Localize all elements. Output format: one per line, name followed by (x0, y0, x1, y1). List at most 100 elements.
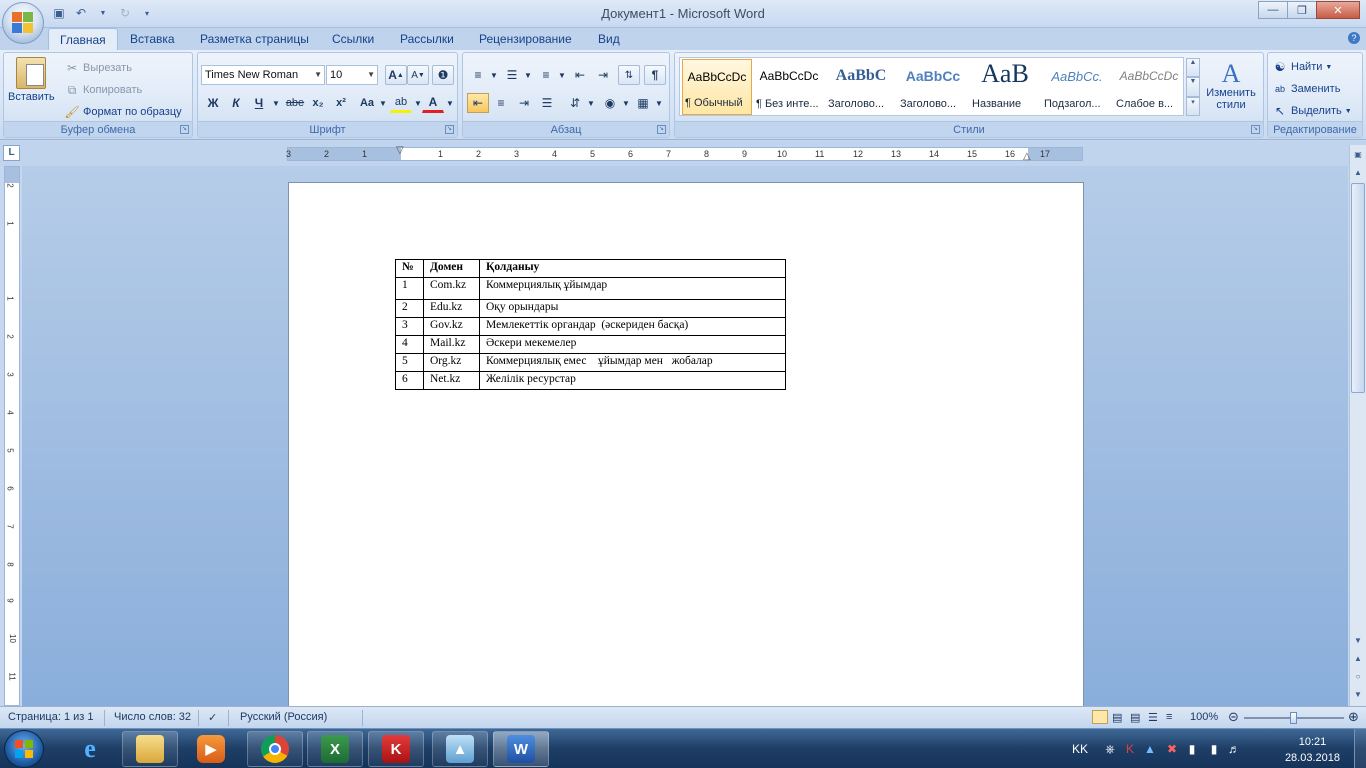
language-status[interactable]: Русский (Россия) (240, 711, 327, 723)
table-header-cell[interactable]: Қолданыу (479, 259, 786, 278)
taskbar-excel[interactable]: X (307, 731, 363, 767)
kaspersky-tray-icon[interactable]: K (1122, 741, 1138, 757)
zoom-out-icon[interactable]: ⊝ (1228, 709, 1239, 725)
replace-button[interactable]: ab Заменить (1272, 81, 1340, 97)
next-page-icon[interactable]: ▼ (1351, 687, 1365, 703)
select-button[interactable]: ↖ Выделить ▼ (1272, 103, 1352, 119)
language-indicator[interactable]: KK (1068, 741, 1092, 757)
clock[interactable]: 10:21 28.03.2018 (1285, 734, 1340, 766)
subscript-button[interactable]: x₂ (307, 93, 329, 113)
help-icon[interactable]: ? (1348, 32, 1360, 44)
right-indent-marker-icon[interactable]: △ (1023, 151, 1031, 162)
font-launcher-icon[interactable]: ↘ (445, 125, 454, 134)
table-header-cell[interactable]: № (395, 259, 424, 278)
page-count[interactable]: Страница: 1 из 1 (8, 711, 94, 723)
superscript-button[interactable]: x² (330, 93, 352, 113)
taskbar-ie[interactable]: e (62, 731, 118, 767)
update-icon[interactable]: ▲ (1142, 741, 1158, 757)
tab-review[interactable]: Рецензирование (468, 28, 583, 50)
taskbar-word[interactable]: W (493, 731, 549, 767)
table-cell[interactable]: Әскери мекемелер (479, 335, 786, 354)
font-name-combo[interactable]: Times New Roman ▼ (201, 65, 325, 85)
indent-marker-icon[interactable]: ▽ (396, 145, 404, 156)
table-cell[interactable]: Edu.kz (423, 299, 480, 318)
bold-button[interactable]: Ж (202, 93, 224, 113)
scroll-up-icon[interactable]: ▲ (1351, 165, 1365, 181)
gallery-up-icon[interactable]: ▲ (1186, 58, 1200, 78)
document-page[interactable]: № Домен Қолданыу 1 Com.kz Коммерциялық ұ… (288, 182, 1084, 706)
table-cell[interactable]: Коммерциялық емес ұйымдар мен жобалар (479, 353, 786, 372)
taskbar-media-player[interactable]: ▶ (183, 731, 239, 767)
web-layout-icon[interactable]: ▤ (1130, 711, 1140, 724)
table-cell[interactable]: Оқу орындары (479, 299, 786, 318)
select-browse-object-icon[interactable]: ○ (1351, 669, 1365, 685)
scroll-thumb[interactable] (1351, 183, 1365, 393)
ruler-toggle-icon[interactable]: ▣ (1351, 147, 1365, 163)
table-cell[interactable]: Мемлекеттік органдар (әскериден басқа) (479, 317, 786, 336)
table-cell[interactable]: Net.kz (423, 371, 480, 390)
italic-button[interactable]: К (225, 93, 247, 113)
table-cell[interactable]: 2 (395, 299, 424, 318)
tab-insert[interactable]: Вставка (119, 28, 186, 50)
taskbar-photo-viewer[interactable]: ▲ (432, 731, 488, 767)
vertical-ruler[interactable]: 2 1 1 2 3 4 5 6 7 8 9 10 11 (4, 166, 20, 706)
previous-page-icon[interactable]: ▲ (1351, 651, 1365, 667)
start-button[interactable] (4, 730, 44, 768)
font-color-dropdown-icon[interactable]: ▼ (439, 93, 461, 113)
grow-font-button[interactable]: A ▲ (385, 65, 407, 85)
find-button[interactable]: ☯ Найти ▼ (1272, 59, 1333, 75)
spellcheck-icon[interactable]: ✓ (208, 711, 217, 724)
close-button[interactable]: ✕ (1316, 1, 1360, 19)
draft-icon[interactable]: ≡ (1166, 711, 1172, 723)
cut-button[interactable]: ✂ Вырезать (64, 60, 132, 76)
power-icon[interactable]: ▮ (1206, 741, 1222, 757)
restore-button[interactable]: ❐ (1287, 1, 1317, 19)
paste-button[interactable]: Вставить (8, 57, 55, 103)
change-styles-button[interactable]: A Изменить стили (1203, 61, 1259, 112)
table-cell[interactable]: 5 (395, 353, 424, 372)
tab-references[interactable]: Ссылки (321, 28, 385, 50)
table-cell[interactable]: 3 (395, 317, 424, 336)
style-title[interactable]: AaB Название (970, 59, 1040, 115)
style-subtle-emphasis[interactable]: AaBbCcDc Слабое в... (1114, 59, 1184, 115)
table-cell[interactable]: Gov.kz (423, 317, 480, 336)
usb-icon[interactable]: ⎈ (1102, 741, 1118, 757)
format-painter-button[interactable]: 🖌 Формат по образцу (64, 104, 181, 120)
horizontal-ruler[interactable]: 3 2 1 1 2 3 4 5 6 7 8 9 10 11 12 13 14 1… (286, 145, 1083, 162)
office-button[interactable] (2, 2, 44, 44)
tab-home[interactable]: Главная (48, 28, 118, 50)
table-cell[interactable]: Org.kz (423, 353, 480, 372)
tab-page-layout[interactable]: Разметка страницы (189, 28, 320, 50)
borders-dropdown-icon[interactable]: ▼ (648, 93, 670, 113)
vertical-scrollbar[interactable]: ▣ ▲ ▼ ▲ ○ ▼ (1349, 145, 1366, 706)
sort-icon[interactable]: ⇅ (618, 65, 640, 85)
tab-selector-icon[interactable]: L (3, 145, 20, 161)
action-center-icon[interactable]: ✖ (1164, 741, 1180, 757)
style-subtitle[interactable]: AaBbCc. Подзагол... (1042, 59, 1112, 115)
gallery-more-icon[interactable]: ▾ (1186, 96, 1200, 116)
table-cell[interactable]: Com.kz (423, 277, 480, 300)
shrink-font-button[interactable]: A ▼ (407, 65, 429, 85)
table-cell[interactable]: Желілік ресурстар (479, 371, 786, 390)
show-desktop-button[interactable] (1354, 729, 1366, 768)
taskbar-kaspersky[interactable]: K (368, 731, 424, 767)
styles-launcher-icon[interactable]: ↘ (1251, 125, 1260, 134)
tab-view[interactable]: Вид (587, 28, 631, 50)
zoom-slider-thumb[interactable] (1290, 712, 1297, 724)
table-cell[interactable]: Коммерциялық ұйымдар (479, 277, 786, 300)
table-cell[interactable]: 4 (395, 335, 424, 354)
decrease-indent-icon[interactable]: ⇤ (569, 65, 591, 85)
table-cell[interactable]: 6 (395, 371, 424, 390)
document-table[interactable]: № Домен Қолданыу 1 Com.kz Коммерциялық ұ… (395, 259, 786, 390)
justify-icon[interactable]: ☰ (536, 93, 558, 113)
paragraph-launcher-icon[interactable]: ↘ (657, 125, 666, 134)
align-center-icon[interactable]: ≡ (490, 93, 512, 113)
clipboard-launcher-icon[interactable]: ↘ (180, 125, 189, 134)
outline-icon[interactable]: ☰ (1148, 711, 1158, 724)
taskbar-chrome[interactable] (247, 731, 303, 767)
print-layout-icon[interactable] (1092, 710, 1108, 724)
network-icon[interactable]: ▮ (1184, 741, 1200, 757)
align-left-icon[interactable]: ⇤ (467, 93, 489, 113)
clear-format-icon[interactable]: ❶ (432, 65, 454, 85)
full-screen-reading-icon[interactable]: ▤ (1112, 711, 1122, 724)
